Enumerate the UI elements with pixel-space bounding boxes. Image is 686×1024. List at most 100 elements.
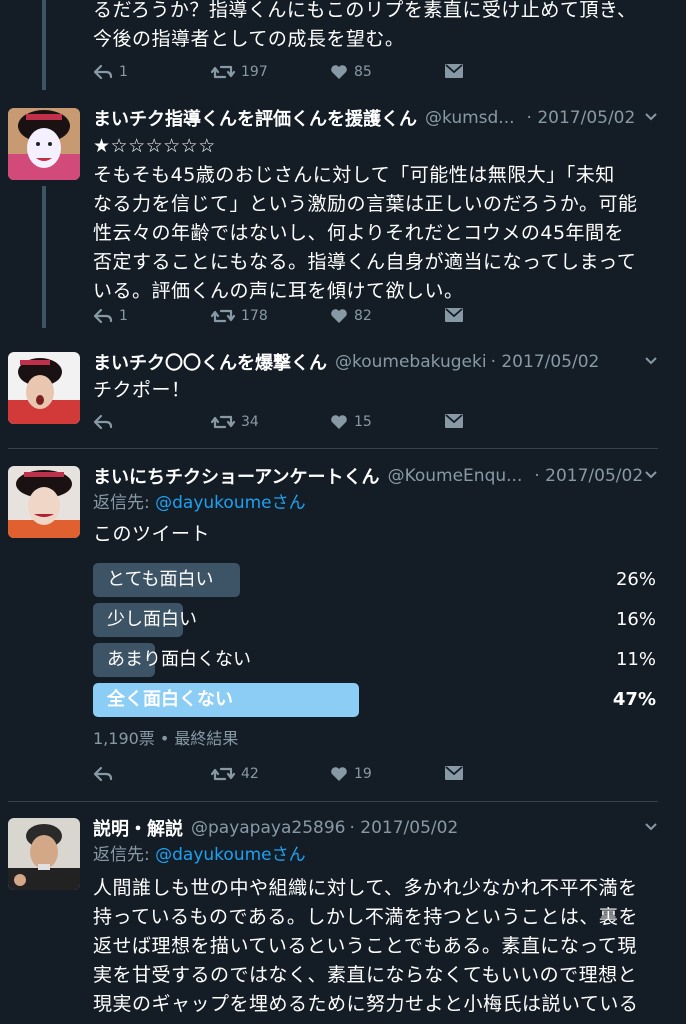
like-count: 85	[354, 64, 372, 80]
display-name[interactable]: 説明・解説	[93, 815, 183, 841]
envelope-icon	[445, 64, 463, 78]
retweet-count: 42	[241, 766, 259, 782]
tweet-text-line: 持っているものである。しかし不満を持つということは、裏を	[93, 906, 638, 928]
reply-button[interactable]: 1	[93, 308, 128, 324]
like-count: 19	[354, 766, 372, 782]
retweet-button[interactable]: 34	[211, 414, 259, 430]
heart-icon	[331, 415, 347, 429]
like-button[interactable]: 19	[330, 766, 372, 782]
poll-option-percent: 11%	[615, 649, 656, 670]
star-rating: ★☆☆☆☆☆☆	[93, 135, 216, 157]
retweet-button[interactable]: 178	[211, 308, 268, 324]
poll-option: 少し面白い 16%	[93, 603, 656, 637]
poll: とても面白い 26% 少し面白い 16% あまり面白くない 11% 全く面白くな…	[93, 563, 656, 749]
poll-option-label: 少し面白い	[107, 609, 197, 630]
tweet-date[interactable]: · 2017/05/02	[527, 108, 636, 128]
tweet-text-line: るだろうか？指導くんにもこのリプを素直に受け止めて頂き、	[93, 0, 637, 21]
poll-option: あまり面白くない 11%	[93, 643, 656, 677]
message-button[interactable]	[445, 414, 463, 428]
reply-icon	[93, 64, 113, 80]
retweet-icon	[211, 309, 235, 323]
poll-option-winner: 全く面白くない 47%	[93, 683, 656, 717]
envelope-icon	[445, 766, 463, 780]
avatar[interactable]	[8, 352, 80, 424]
retweet-icon	[211, 65, 235, 79]
tweet-text-line: 性云々の年齢ではないし、何よりそれだとコウメの45年間を	[93, 222, 625, 244]
retweet-icon	[211, 415, 235, 429]
reply-target-link[interactable]: @dayukoumeさん	[155, 493, 305, 513]
poll-results-meta: 1,190票 • 最終結果	[93, 729, 239, 748]
reply-prefix: 返信先:	[93, 845, 156, 865]
tweet-text-line: 返せば理想を描いているということでもある。素直になって現	[93, 935, 637, 957]
heart-icon	[331, 65, 347, 79]
reply-button[interactable]	[93, 766, 113, 782]
tweet-header: まいチク〇〇くんを爆撃くん @koumebakugeki · 2017/05/0…	[93, 348, 656, 376]
message-button[interactable]	[445, 308, 463, 322]
chevron-down-icon[interactable]	[644, 468, 658, 482]
envelope-icon	[445, 414, 463, 428]
reply-count: 1	[119, 64, 128, 80]
chevron-down-icon[interactable]	[644, 110, 658, 124]
like-count: 15	[354, 414, 372, 430]
avatar[interactable]	[8, 108, 80, 180]
tweet-text-line: なる力を信じて」という激励の言葉は正しいのだろうか。可能	[93, 193, 638, 215]
heart-icon	[331, 309, 347, 323]
heart-icon	[331, 767, 347, 781]
reply-icon	[93, 766, 113, 782]
reply-to: 返信先: @dayukoumeさん	[93, 490, 656, 516]
retweet-count: 178	[241, 308, 268, 324]
tweet-text: 人間誰しも世の中や組織に対して、多かれ少なかれ不平不満を 持っているものである。…	[93, 874, 656, 1019]
poll-option: とても面白い 26%	[93, 563, 656, 597]
like-button[interactable]: 85	[330, 64, 372, 80]
tweet[interactable]: 説明・解説 @payapaya25896 · 2017/05/02 返信先: @…	[0, 814, 686, 1024]
like-button[interactable]: 82	[330, 308, 372, 324]
tweet[interactable]: まいにちチクショーアンケートくん @KoumeEnqu... · 2017/05…	[0, 462, 686, 800]
divider	[8, 801, 658, 802]
tweet-text-line: 否定することにもなる。指導くん自身が適当になってしまって	[93, 251, 637, 273]
tweet-date[interactable]: · 2017/05/02	[534, 466, 643, 486]
reply-count: 1	[119, 308, 128, 324]
reply-to: 返信先: @dayukoumeさん	[93, 842, 656, 868]
user-handle[interactable]: @KoumeEnqu...	[388, 466, 523, 486]
reply-icon	[93, 308, 113, 324]
tweet[interactable]: るだろうか？指導くんにもこのリプを素直に受け止めて頂き、 今後の指導者としての成…	[0, 0, 686, 90]
reply-target-link[interactable]: @dayukoumeさん	[155, 845, 305, 865]
display-name[interactable]: まいにちチクショーアンケートくん	[93, 463, 380, 489]
message-button[interactable]	[445, 766, 463, 780]
retweet-count: 197	[241, 64, 268, 80]
tweet-date[interactable]: · 2017/05/02	[491, 352, 600, 372]
reply-icon	[93, 414, 113, 430]
user-handle[interactable]: @koumebakugeki	[335, 352, 487, 372]
timeline: るだろうか？指導くんにもこのリプを素直に受け止めて頂き、 今後の指導者としての成…	[0, 0, 686, 1024]
avatar[interactable]	[8, 818, 80, 890]
tweet-text: このツイート	[93, 520, 656, 549]
poll-option-percent: 26%	[615, 569, 656, 590]
tweet-text-line: このツイート	[93, 523, 211, 545]
avatar[interactable]	[8, 466, 80, 538]
reply-button[interactable]	[93, 414, 113, 430]
retweet-button[interactable]: 42	[211, 766, 259, 782]
retweet-count: 34	[241, 414, 259, 430]
poll-option-percent: 47%	[612, 689, 656, 710]
like-button[interactable]: 15	[330, 414, 372, 430]
display-name[interactable]: まいチク指導くんを評価くんを援護くん	[93, 105, 417, 131]
reply-prefix: 返信先:	[93, 493, 156, 513]
message-button[interactable]	[445, 64, 463, 78]
tweet-date[interactable]: · 2017/05/02	[349, 818, 458, 838]
tweet[interactable]: まいチク指導くんを評価くんを援護くん @kumsd... · 2017/05/0…	[0, 104, 686, 334]
tweet[interactable]: まいチク〇〇くんを爆撃くん @koumebakugeki · 2017/05/0…	[0, 348, 686, 448]
like-count: 82	[354, 308, 372, 324]
retweet-button[interactable]: 197	[211, 64, 268, 80]
chevron-down-icon[interactable]	[644, 354, 658, 368]
poll-option-label: あまり面白くない	[107, 649, 251, 670]
user-handle[interactable]: @payapaya25896	[191, 818, 345, 838]
reply-button[interactable]: 1	[93, 64, 128, 80]
poll-option-percent: 16%	[615, 609, 656, 630]
tweet-text: るだろうか？指導くんにもこのリプを素直に受け止めて頂き、 今後の指導者としての成…	[93, 0, 656, 54]
chevron-down-icon[interactable]	[644, 820, 658, 834]
tweet-text-line: 人間誰しも世の中や組織に対して、多かれ少なかれ不平不満を	[93, 877, 638, 899]
user-handle[interactable]: @kumsd...	[425, 108, 515, 128]
tweet-text-line: チクポー！	[93, 379, 191, 401]
display-name[interactable]: まいチク〇〇くんを爆撃くん	[93, 349, 327, 375]
tweet-text-line: 現実のギャップを埋めるために努力せよと小梅氏は説いている	[93, 993, 639, 1015]
